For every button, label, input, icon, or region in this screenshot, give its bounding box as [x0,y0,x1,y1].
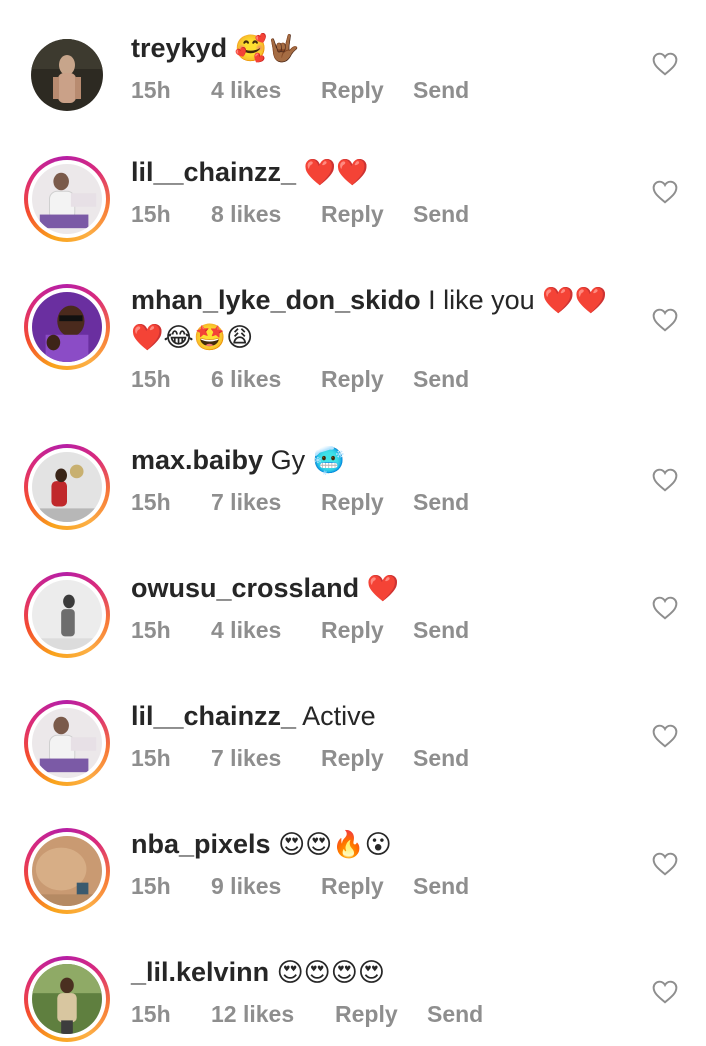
reply-button[interactable]: Reply [321,617,413,644]
comment-text: I like you [428,285,535,315]
person-photo-icon [32,708,102,778]
comment-time: 15h [131,1001,171,1027]
comment-likes[interactable]: 4 likes [211,617,321,644]
avatar[interactable] [24,956,110,1042]
reply-button[interactable]: Reply [321,366,413,393]
comment-body: lil__chainzz_ Active 15h 7 likes Reply S… [131,698,611,772]
comment-time: 15h [131,489,171,515]
comment-row: treykyd 🥰🤟🏾 15h 4 likes Reply Send [0,28,706,148]
person-photo-icon [32,452,102,522]
comment-likes[interactable]: 9 likes [211,873,321,900]
like-heart-icon[interactable] [652,180,678,204]
comment-emoji: 🥰🤟🏾 [234,34,300,64]
comment-body: treykyd 🥰🤟🏾 15h 4 likes Reply Send [131,30,611,104]
comment-likes[interactable]: 6 likes [211,366,321,393]
reply-button[interactable]: Reply [321,77,413,104]
like-heart-icon[interactable] [652,852,678,876]
comment-username[interactable]: treykyd [131,33,227,63]
send-button[interactable]: Send [413,873,469,900]
reply-button[interactable]: Reply [321,489,413,516]
send-button[interactable]: Send [413,489,469,516]
avatar[interactable] [24,700,110,786]
like-heart-icon[interactable] [652,980,678,1004]
like-heart-icon[interactable] [652,724,678,748]
comment-body: lil__chainzz_ ❤️❤️ 15h 8 likes Reply Sen… [131,154,611,228]
comment-emoji: 😍😍🔥😮 [278,830,392,860]
comment-time: 15h [131,77,171,103]
send-button[interactable]: Send [427,1001,483,1028]
comments-list: treykyd 🥰🤟🏾 15h 4 likes Reply Send lil__… [0,0,706,1046]
send-button[interactable]: Send [413,366,469,393]
comment-likes[interactable]: 4 likes [211,77,321,104]
comment-username[interactable]: lil__chainzz_ [131,157,296,187]
comment-text: Active [302,701,376,731]
like-heart-icon[interactable] [652,52,678,76]
like-heart-icon[interactable] [652,596,678,620]
comment-time: 15h [131,366,171,392]
comment-emoji: 😍😍😍😍 [276,958,385,988]
comment-likes[interactable]: 7 likes [211,745,321,772]
send-button[interactable]: Send [413,745,469,772]
reply-button[interactable]: Reply [321,873,413,900]
like-heart-icon[interactable] [652,468,678,492]
person-photo-icon [32,836,102,906]
person-photo-icon [32,964,102,1034]
comment-likes[interactable]: 7 likes [211,489,321,516]
comment-row: mhan_lyke_don_skido I like you ❤️❤️ ❤️😂🤩… [0,280,706,420]
comment-time: 15h [131,617,171,643]
comment-row: max.baiby Gy 🥶 15h 7 likes Reply Send [0,440,706,560]
comment-emoji: ❤️ [366,574,399,604]
person-photo-icon [31,39,103,111]
comment-username[interactable]: mhan_lyke_don_skido [131,285,421,315]
avatar[interactable] [24,32,110,118]
comment-body: _lil.kelvinn 😍😍😍😍 15h 12 likes Reply Sen… [131,954,611,1028]
comment-time: 15h [131,745,171,771]
comment-username[interactable]: owusu_crossland [131,573,359,603]
avatar[interactable] [24,572,110,658]
comment-time: 15h [131,201,171,227]
comment-likes[interactable]: 8 likes [211,201,321,228]
send-button[interactable]: Send [413,617,469,644]
comment-username[interactable]: _lil.kelvinn [131,957,269,987]
comment-body: max.baiby Gy 🥶 15h 7 likes Reply Send [131,442,611,516]
comment-row: _lil.kelvinn 😍😍😍😍 15h 12 likes Reply Sen… [0,952,706,1046]
comment-time: 15h [131,873,171,899]
comment-username[interactable]: lil__chainzz_ [131,701,296,731]
reply-button[interactable]: Reply [335,1001,427,1028]
comment-row: lil__chainzz_ ❤️❤️ 15h 8 likes Reply Sen… [0,152,706,272]
comment-username[interactable]: max.baiby [131,445,263,475]
person-photo-icon [32,164,102,234]
avatar[interactable] [24,828,110,914]
comment-username[interactable]: nba_pixels [131,829,271,859]
send-button[interactable]: Send [413,201,469,228]
avatar[interactable] [24,156,110,242]
comment-text: Gy [270,445,306,475]
comment-emoji: 🥶 [312,446,345,476]
comment-likes[interactable]: 12 likes [211,1001,335,1028]
comment-body: mhan_lyke_don_skido I like you ❤️❤️ ❤️😂🤩… [131,282,611,393]
like-heart-icon[interactable] [652,308,678,332]
comment-body: owusu_crossland ❤️ 15h 4 likes Reply Sen… [131,570,611,644]
reply-button[interactable]: Reply [321,201,413,228]
send-button[interactable]: Send [413,77,469,104]
person-photo-icon [32,292,102,362]
reply-button[interactable]: Reply [321,745,413,772]
comment-emoji: ❤️❤️ [303,158,369,188]
comment-row: nba_pixels 😍😍🔥😮 15h 9 likes Reply Send [0,824,706,944]
person-photo-icon [32,580,102,650]
comment-body: nba_pixels 😍😍🔥😮 15h 9 likes Reply Send [131,826,611,900]
comment-row: lil__chainzz_ Active 15h 7 likes Reply S… [0,696,706,816]
avatar[interactable] [24,284,110,370]
avatar[interactable] [24,444,110,530]
comment-row: owusu_crossland ❤️ 15h 4 likes Reply Sen… [0,568,706,688]
